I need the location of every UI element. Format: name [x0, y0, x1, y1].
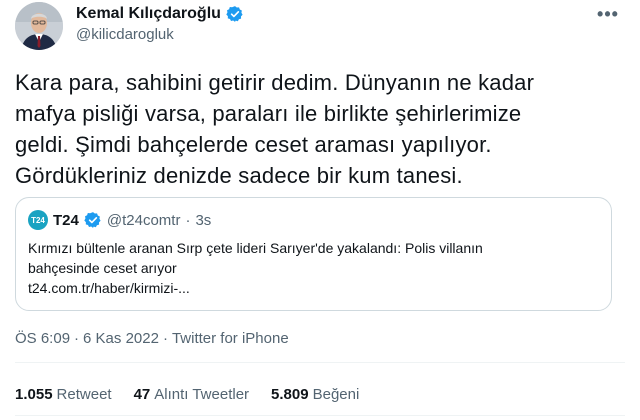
separator-dot: ·: [74, 330, 80, 347]
divider: [15, 415, 625, 416]
retweet-label: Retweet: [56, 386, 112, 403]
likes-stat[interactable]: 5.809 Beğeni: [271, 386, 359, 403]
tweet: Kemal Kılıçdaroğlu @kilicdarogluk ••• Ka…: [0, 0, 640, 420]
quoted-author-name[interactable]: T24: [53, 212, 79, 229]
quoted-tweet-text: Kırmızı bültenle aranan Sırp çete lideri…: [28, 238, 598, 298]
verified-badge-icon: [226, 5, 244, 23]
tweet-time[interactable]: ÖS 6:09: [15, 330, 70, 347]
divider: [15, 362, 625, 363]
quoted-tweet-time[interactable]: 3s: [195, 212, 211, 229]
tweet-text-line: mafya pisliği varsa, paraları ile birlik…: [15, 101, 522, 126]
tweet-text-line: geldi. Şimdi bahçelerde ceset araması ya…: [15, 132, 492, 157]
quote-tweets-count: 47: [133, 386, 151, 403]
quoted-tweet[interactable]: T24 T24 @t24comtr · 3s Kırmızı bültenle …: [15, 197, 612, 311]
author-handle[interactable]: @kilicdarogluk: [76, 26, 174, 43]
tweet-text-line: Kara para, sahibini getirir dedim. Dünya…: [15, 70, 535, 95]
quoted-text-line: bahçesinde ceset arıyor: [28, 260, 177, 276]
quote-tweets-stat[interactable]: 47 Alıntı Tweetler: [134, 386, 249, 403]
author-name[interactable]: Kemal Kılıçdaroğlu: [76, 5, 221, 23]
retweet-count: 1.055: [15, 386, 53, 403]
separator-dot: ·: [185, 211, 191, 229]
quoted-link[interactable]: t24.com.tr/haber/kirmizi-...: [28, 278, 598, 298]
avatar[interactable]: [15, 2, 63, 50]
quoted-tweet-header: T24 T24 @t24comtr · 3s: [28, 210, 211, 230]
t24-logo[interactable]: T24: [28, 210, 48, 230]
tweet-date[interactable]: 6 Kas 2022: [83, 330, 159, 347]
retweet-stat[interactable]: 1.055 Retweet: [15, 386, 112, 403]
more-horizontal-icon[interactable]: •••: [594, 4, 622, 24]
likes-count: 5.809: [271, 386, 309, 403]
separator-dot: ·: [162, 330, 168, 347]
likes-label: Beğeni: [312, 386, 360, 403]
tweet-source[interactable]: Twitter for iPhone: [172, 330, 289, 347]
tweet-text: Kara para, sahibini getirir dedim. Dünya…: [15, 67, 625, 191]
tweet-metadata: ÖS 6:09 · 6 Kas 2022 · Twitter for iPhon…: [15, 330, 289, 347]
verified-badge-icon: [84, 211, 102, 229]
engagement-stats: 1.055 Retweet 47 Alıntı Tweetler 5.809 B…: [15, 386, 359, 403]
quoted-author-handle[interactable]: @t24comtr: [107, 212, 181, 229]
quoted-text-line: Kırmızı bültenle aranan Sırp çete lideri…: [28, 240, 483, 256]
quote-tweets-label: Alıntı Tweetler: [154, 386, 250, 403]
tweet-text-line: Gördükleriniz denizde sadece bir kum tan…: [15, 163, 463, 188]
author-name-row[interactable]: Kemal Kılıçdaroğlu: [76, 5, 244, 23]
